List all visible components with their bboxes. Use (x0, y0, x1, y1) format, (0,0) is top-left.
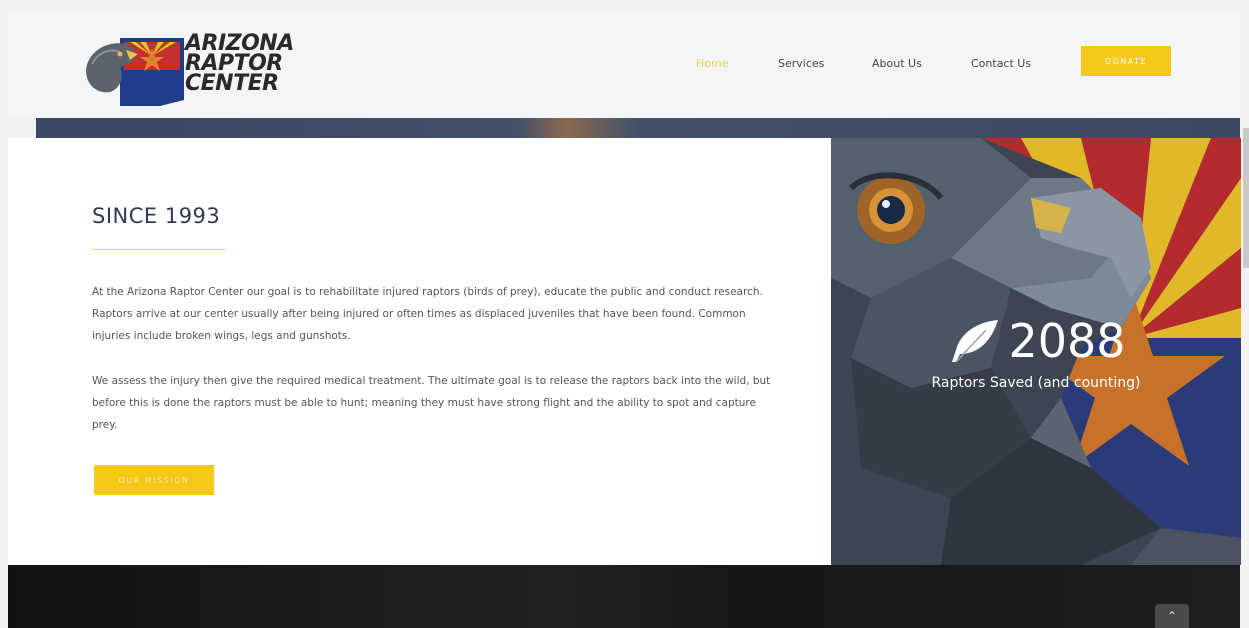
title-underline (92, 249, 226, 250)
raptors-saved-count: 2088 (1008, 314, 1126, 368)
nav-services[interactable]: Services (778, 57, 824, 70)
our-mission-button[interactable]: OUR MISSION (94, 465, 214, 495)
intro-paragraph: At the Arizona Raptor Center our goal is… (92, 286, 763, 342)
treatment-paragraph: We assess the injury then give the requi… (92, 375, 771, 431)
about-section: SINCE 1993 At the Arizona Raptor Center … (8, 138, 831, 565)
raptors-saved-stat: 2088 Raptors Saved (and counting) (831, 316, 1241, 391)
donate-button[interactable]: DONATE (1081, 46, 1171, 76)
feather-icon (952, 320, 999, 363)
logo-wordmark: ARIZONA RAPTOR CENTER (185, 33, 294, 96)
chevron-up-icon: ⌃ (1166, 609, 1178, 623)
hero-image-strip (36, 118, 1240, 138)
eagle-flag-logo-icon (86, 38, 184, 106)
logo-line-3: CENTER (185, 71, 279, 96)
scrollbar-thumb[interactable] (1243, 128, 1249, 268)
site-logo[interactable]: ARIZONA RAPTOR CENTER (80, 30, 300, 114)
page: ARIZONA RAPTOR CENTER Home Services Abou… (0, 0, 1249, 628)
nav-home[interactable]: Home (696, 57, 728, 70)
nav-about-us[interactable]: About Us (872, 57, 922, 70)
raptors-saved-label: Raptors Saved (and counting) (931, 375, 1141, 391)
section-title: SINCE 1993 (92, 204, 221, 228)
raptors-saved-panel: 2088 Raptors Saved (and counting) (831, 138, 1241, 565)
site-header: ARIZONA RAPTOR CENTER Home Services Abou… (8, 10, 1240, 118)
dark-footer-band (8, 565, 1240, 628)
stat-number-row: 2088 (946, 314, 1126, 368)
nav-contact-us[interactable]: Contact Us (971, 57, 1031, 70)
scroll-to-top-button[interactable]: ⌃ (1155, 604, 1189, 628)
